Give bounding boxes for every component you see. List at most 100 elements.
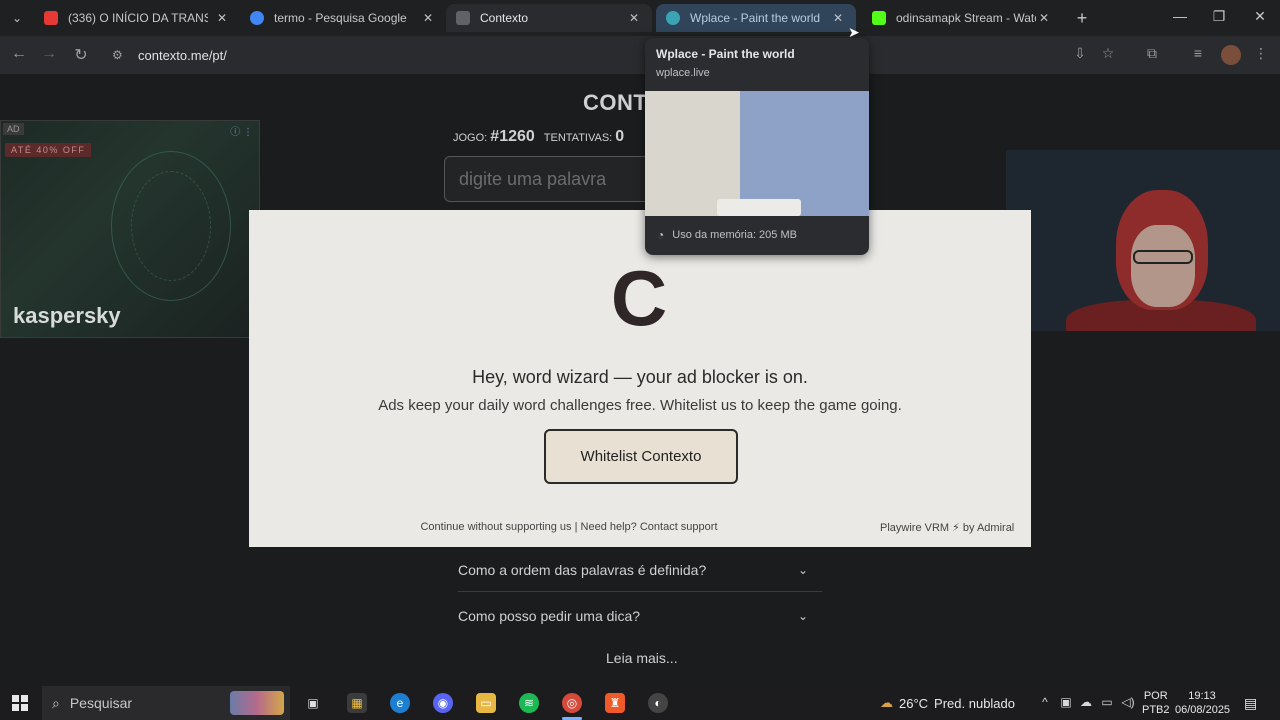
game-number: #1260: [490, 128, 535, 145]
faq-item[interactable]: Como posso pedir uma dica? ⌄: [458, 594, 822, 638]
attempts-value: 0: [615, 128, 625, 145]
game-info: JOGO: #1260 TENTATIVAS: 0: [453, 128, 624, 146]
url-text: contexto.me/pt/: [138, 47, 227, 63]
memory-icon: ◔: [657, 228, 665, 242]
google-icon: [250, 11, 264, 25]
close-icon[interactable]: ✕: [1036, 11, 1052, 25]
hovercard-domain: wplace.live: [656, 67, 710, 79]
contexto-icon: [456, 11, 470, 25]
tab-google[interactable]: termo - Pesquisa Google ✕: [240, 4, 446, 32]
tab-title: (336) O INÍCIO DA TRANSFORMA: [68, 11, 208, 25]
site-info-icon[interactable]: ⚙: [112, 48, 130, 62]
attempts-label: TENTATIVAS:: [543, 132, 613, 144]
cloud-icon[interactable]: ☁: [1078, 695, 1094, 709]
tab-preview-thumbnail: [645, 91, 869, 216]
kick-icon: [872, 11, 886, 25]
app-icon[interactable]: ◐: [648, 693, 668, 713]
chevron-up-icon[interactable]: ^: [1037, 695, 1053, 709]
clock-date: 06/08/2025: [1175, 704, 1231, 716]
continue-link[interactable]: Continue without supporting us: [420, 521, 571, 533]
tab-hover-card: Wplace - Paint the world wplace.live ◔ U…: [645, 38, 869, 255]
weather-widget[interactable]: ☁ 26°C Pred. nublado: [880, 695, 1015, 711]
youtube-icon: [44, 11, 58, 25]
faq-item[interactable]: Como a ordem das palavras é definida? ⌄: [458, 548, 822, 592]
back-icon[interactable]: ←: [8, 45, 30, 63]
search-label: Pesquisar: [69, 695, 133, 711]
chrome-icon[interactable]: ◎: [562, 693, 582, 713]
tab-contexto[interactable]: Contexto ✕: [446, 4, 652, 32]
support-link[interactable]: Need help? Contact support: [581, 521, 718, 533]
windows-taskbar: ⌕ Pesquisar ▣ ▦ e ◉ ▭ ≋ ◎ ♜ ◐ ☁ 26°C Pre…: [0, 686, 1280, 720]
windows-start-icon[interactable]: [12, 695, 28, 711]
modal-subtext: Ads keep your daily word challenges free…: [378, 397, 902, 414]
profile-avatar[interactable]: [1221, 45, 1241, 65]
close-icon[interactable]: ✕: [626, 11, 642, 25]
game-label: JOGO:: [453, 132, 488, 144]
map-panel: [717, 199, 801, 216]
task-view-icon[interactable]: ▣: [303, 693, 323, 713]
language-indicator[interactable]: POR PTB2: [1142, 689, 1170, 717]
map-land: [645, 91, 740, 216]
address-bar[interactable]: ⚙ contexto.me/pt/: [104, 41, 1034, 69]
notification-icon[interactable]: ▤: [1244, 695, 1257, 712]
weather-temp: 26°C: [899, 695, 929, 711]
ad-brand: kaspersky: [13, 303, 121, 328]
reload-icon[interactable]: ↻: [70, 45, 92, 65]
ad-choices-icon[interactable]: ⓘ ⋮: [230, 123, 253, 138]
ad-graphic: [131, 171, 211, 281]
restore-icon[interactable]: ❐: [1207, 8, 1231, 25]
tab-youtube[interactable]: (336) O INÍCIO DA TRANSFORMA ✕: [34, 4, 240, 32]
edge-icon[interactable]: e: [390, 693, 410, 713]
memory-usage: ◔ Uso da memória: 205 MB: [657, 228, 797, 242]
media-control-icon[interactable]: ≡: [1187, 45, 1209, 61]
install-app-icon[interactable]: ⇩: [1069, 45, 1091, 62]
spotify-icon[interactable]: ≋: [519, 693, 539, 713]
close-icon[interactable]: ✕: [214, 11, 230, 25]
new-tab-button[interactable]: +: [1072, 8, 1092, 29]
memory-text: Uso da memória: 205 MB: [672, 229, 797, 241]
minimize-icon[interactable]: —: [1168, 8, 1192, 24]
clock-time: 19:13: [1188, 690, 1216, 702]
language-code: POR: [1143, 690, 1168, 702]
close-icon[interactable]: ✕: [420, 11, 436, 25]
brave-icon[interactable]: ♜: [605, 693, 625, 713]
network-icon[interactable]: ▭: [1099, 695, 1115, 709]
tab-wplace[interactable]: Wplace - Paint the world ✕: [656, 4, 856, 32]
volume-icon[interactable]: ◁): [1120, 695, 1136, 709]
ad-label: AD: [3, 123, 24, 135]
menu-icon[interactable]: ⋮: [1250, 45, 1272, 62]
extensions-icon[interactable]: ⧉: [1141, 45, 1163, 62]
clock[interactable]: 19:13 06/08/2025: [1175, 689, 1231, 717]
tray-app-icon[interactable]: ▣: [1058, 695, 1074, 709]
store-icon[interactable]: ▦: [347, 693, 367, 713]
modal-heading: Hey, word wizard — your ad blocker is on…: [472, 367, 808, 387]
contexto-logo: C: [610, 254, 668, 342]
ad-banner[interactable]: AD ⓘ ⋮ ATÉ 40% OFF kaspersky: [0, 120, 260, 338]
weather-icon: ☁: [880, 695, 893, 710]
read-more-link[interactable]: Leia mais...: [606, 650, 678, 666]
hovercard-title: Wplace - Paint the world: [656, 47, 795, 61]
faq-question: Como posso pedir uma dica?: [458, 608, 641, 624]
close-icon[interactable]: ✕: [830, 11, 846, 25]
close-window-icon[interactable]: ✕: [1248, 8, 1272, 25]
file-explorer-icon[interactable]: ▭: [476, 693, 496, 713]
tab-title: odinsamapk Stream - Watch Li: [896, 11, 1036, 25]
footer-separator: |: [574, 521, 578, 533]
webcam-person: [1131, 225, 1195, 307]
tab-search-icon[interactable]: ⌄: [0, 0, 34, 36]
tab-title: termo - Pesquisa Google: [274, 11, 407, 25]
tab-kick[interactable]: odinsamapk Stream - Watch Li ✕: [862, 4, 1062, 32]
search-highlight-icon[interactable]: [230, 691, 284, 715]
discord-icon[interactable]: ◉: [433, 693, 453, 713]
site-title: CONT: [583, 90, 648, 115]
playwire-credit[interactable]: Playwire VRM ⚡ by Admiral: [880, 521, 1014, 534]
search-icon: ⌕: [52, 694, 60, 711]
forward-icon[interactable]: →: [38, 45, 60, 63]
bookmark-star-icon[interactable]: ☆: [1097, 45, 1119, 62]
tab-title: Wplace - Paint the world: [690, 11, 821, 25]
chevron-down-icon: ⌄: [797, 562, 808, 577]
wplace-icon: [666, 11, 680, 25]
modal-footer: Continue without supporting us | Need he…: [249, 521, 889, 533]
faq-question: Como a ordem das palavras é definida?: [458, 561, 707, 578]
whitelist-button[interactable]: Whitelist Contexto: [544, 429, 738, 484]
